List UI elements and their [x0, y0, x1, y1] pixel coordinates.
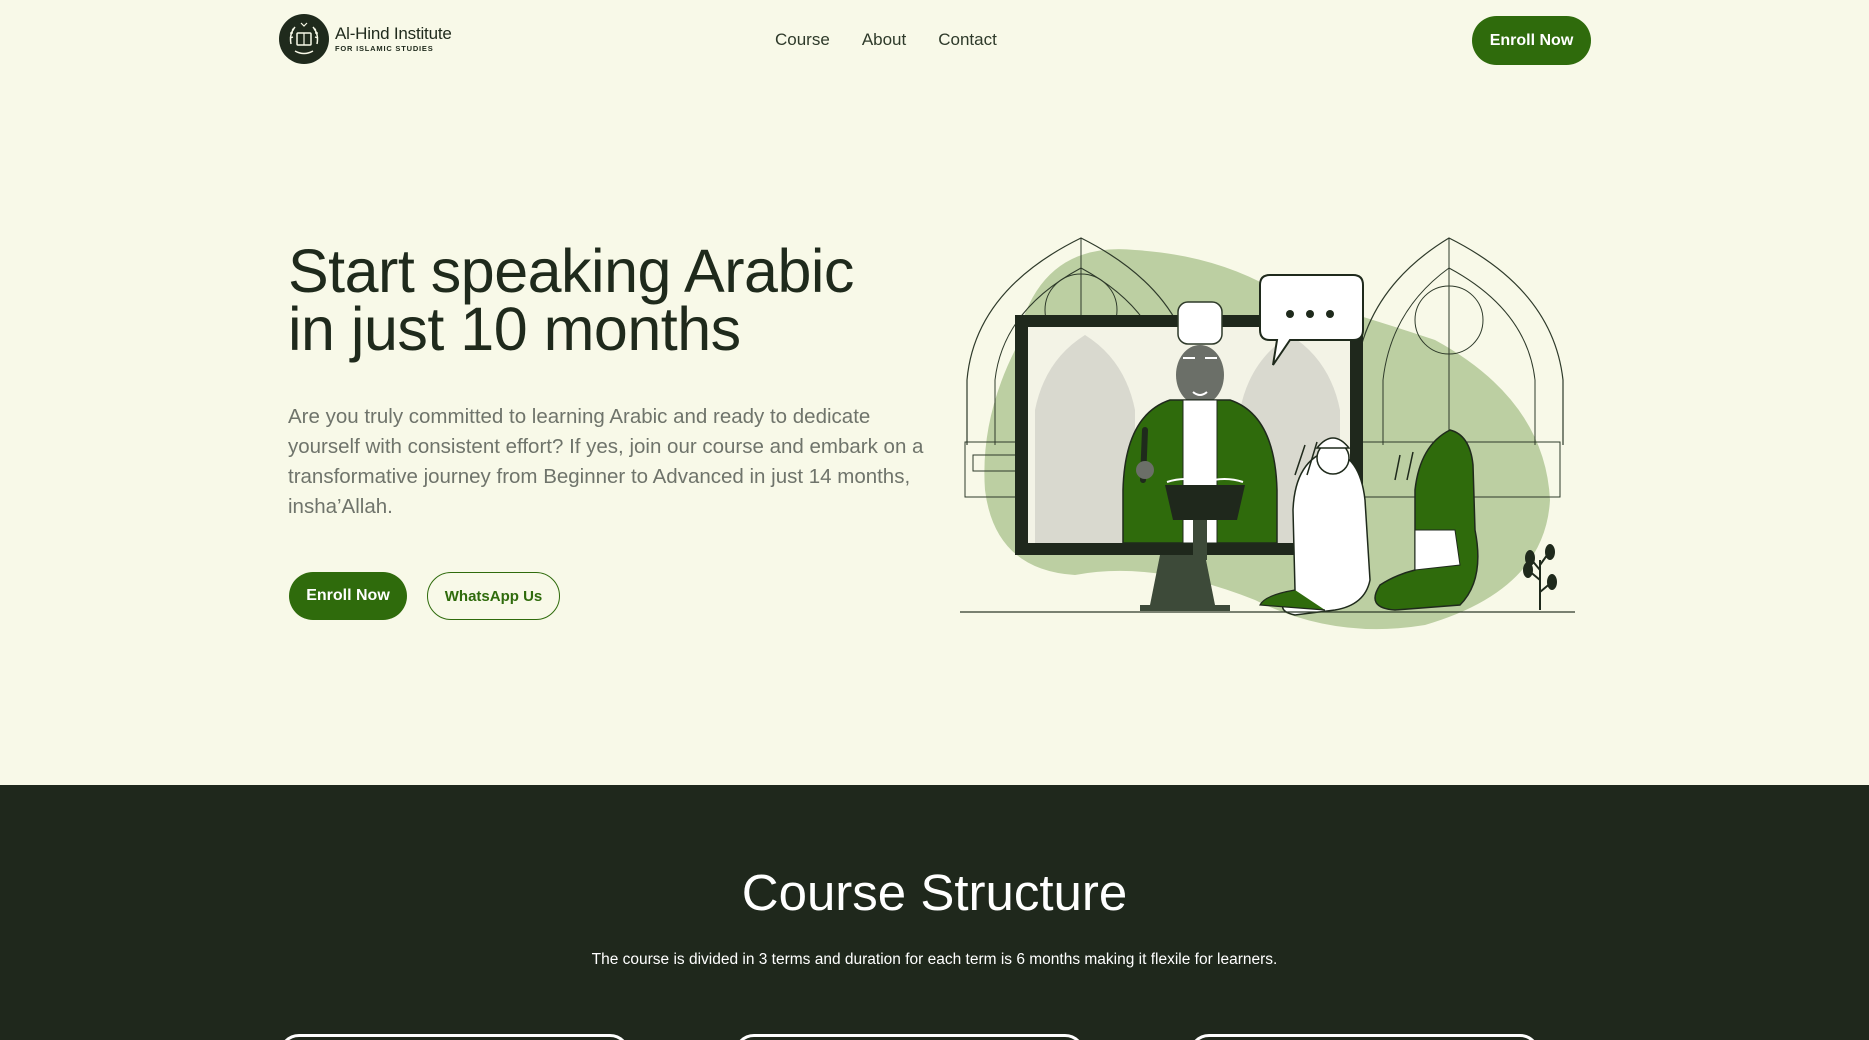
logo[interactable]: Al-Hind Institute FOR ISLAMIC STUDIES [279, 14, 452, 64]
main-nav: Course About Contact [775, 30, 997, 50]
site-header: Al-Hind Institute FOR ISLAMIC STUDIES Co… [0, 0, 1869, 80]
whatsapp-button[interactable]: WhatsApp Us [427, 572, 560, 620]
brand-name: Al-Hind Institute [335, 24, 452, 44]
course-structure-section: Course Structure The course is divided i… [0, 785, 1869, 1040]
online-class-illustration [960, 237, 1575, 630]
header-enroll-button[interactable]: Enroll Now [1472, 16, 1591, 65]
brand-tagline: FOR ISLAMIC STUDIES [335, 44, 434, 54]
term-card[interactable] [734, 1034, 1085, 1040]
nav-item-course[interactable]: Course [775, 30, 830, 50]
hero-title: Start speaking Arabic in just 10 months [288, 241, 948, 360]
course-structure-title: Course Structure [741, 864, 1128, 921]
hero-description: Are you truly committed to learning Arab… [288, 405, 924, 518]
term-card[interactable] [1189, 1034, 1540, 1040]
logo-emblem-icon [279, 14, 329, 64]
term-card[interactable] [279, 1034, 630, 1040]
hero-title-line-2: in just 10 months [288, 295, 741, 363]
hero-illustration [955, 230, 1585, 640]
nav-item-about[interactable]: About [862, 30, 906, 50]
hero-enroll-button[interactable]: Enroll Now [289, 572, 407, 620]
nav-item-contact[interactable]: Contact [938, 30, 997, 50]
course-structure-subtitle: The course is divided in 3 terms and dur… [591, 951, 1278, 968]
